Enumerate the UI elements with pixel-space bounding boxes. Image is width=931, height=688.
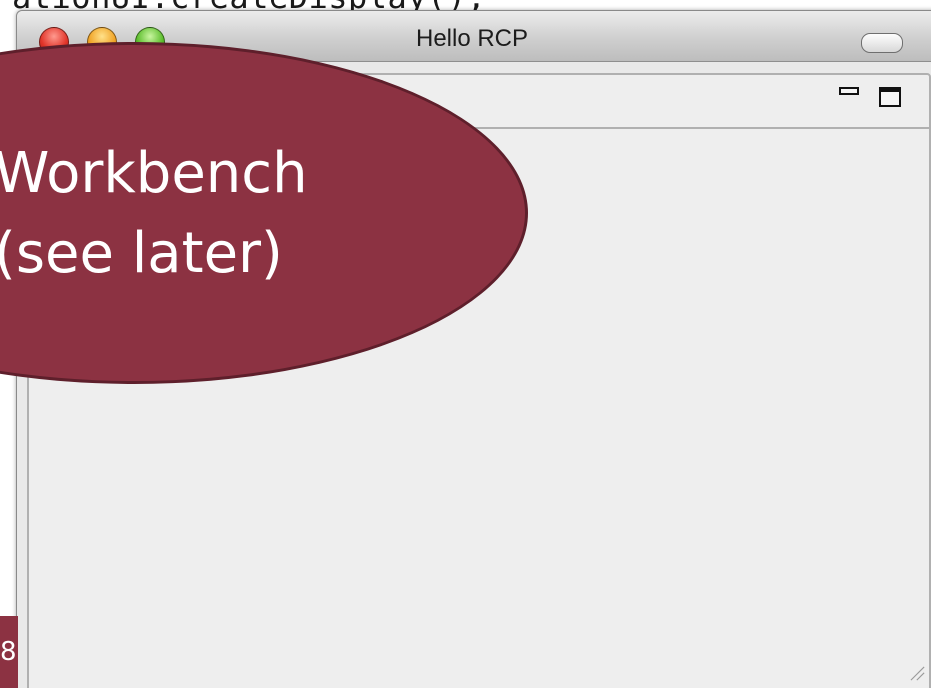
resize-grip-icon[interactable] [908, 664, 930, 686]
callout-text: Workbench (see later) [0, 134, 308, 294]
toolbar-toggle-icon[interactable] [861, 33, 903, 53]
view-minimize-icon[interactable] [839, 87, 859, 95]
callout-line-2: (see later) [0, 221, 283, 286]
callout-line-1: Workbench [0, 141, 308, 206]
slide-page: ationUI.createDisplay(); Hello RCP Workb… [0, 0, 931, 688]
slide-number: 8 [0, 616, 18, 688]
view-maximize-icon[interactable] [879, 87, 901, 107]
